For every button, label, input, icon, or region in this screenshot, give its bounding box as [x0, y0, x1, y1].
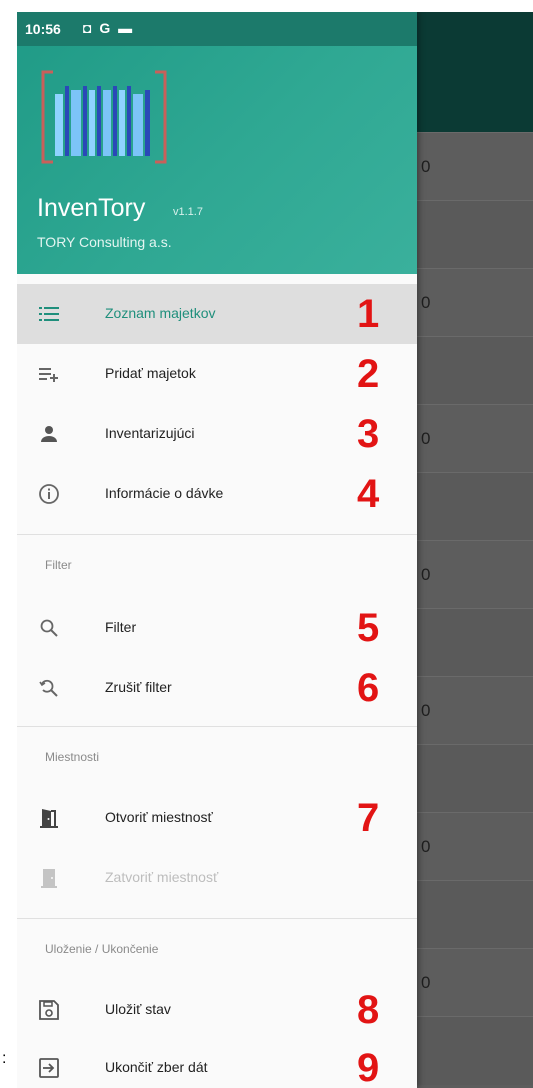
background-row-value: 0 [421, 157, 431, 176]
menu-item-label: Uložiť stav [105, 1001, 171, 1017]
search-icon [37, 616, 61, 640]
menu-item-label: Zoznam majetkov [105, 305, 216, 321]
save-icon [37, 998, 61, 1022]
annotation-number: 1 [357, 292, 380, 336]
background-row-value: 0 [421, 973, 431, 992]
menu-item-inventarizujuci[interactable]: Inventarizujúci 3 [17, 404, 417, 464]
navigation-drawer: 10:56 ◘ G ▬ InvenTory v1.1.7 TORY Consul… [17, 12, 417, 1088]
playlist-add-icon [37, 362, 61, 386]
menu-item-label: Zrušiť filter [105, 679, 172, 695]
menu-item-filter[interactable]: Filter 5 [17, 598, 417, 658]
annotation-number: 2 [357, 352, 380, 396]
menu-item-label: Filter [105, 619, 137, 635]
menu-item-label: Pridať majetok [105, 365, 196, 381]
stray-colon: : [2, 1050, 7, 1067]
phone-screen: 0 0 0 0 0 0 0 10:56 ◘ G ▬ InvenTory v1.1… [17, 12, 533, 1088]
door-closed-icon [37, 866, 61, 890]
annotation-number: 3 [357, 412, 380, 456]
annotation-number: 5 [357, 606, 380, 650]
divider [17, 726, 417, 727]
background-row-value: 0 [421, 837, 431, 856]
menu-item-ulozit-stav[interactable]: Uložiť stav 8 [17, 980, 417, 1040]
status-bar: 10:56 ◘ G ▬ [17, 12, 417, 46]
divider [17, 918, 417, 919]
section-header-ulozenie-ukoncenie: Uloženie / Ukončenie [45, 942, 159, 956]
background-row-value: 0 [421, 565, 431, 584]
menu-item-otvorit-miestnost[interactable]: Otvoriť miestnosť 7 [17, 788, 417, 848]
section-header-miestnosti: Miestnosti [45, 750, 100, 764]
app-version: v1.1.7 [173, 206, 203, 218]
status-time: 10:56 [25, 21, 61, 37]
app-company: TORY Consulting a.s. [37, 234, 172, 250]
person-icon [37, 422, 61, 446]
drawer-header: 10:56 ◘ G ▬ InvenTory v1.1.7 TORY Consul… [17, 12, 417, 274]
menu-item-zatvorit-miestnost[interactable]: Zatvoriť miestnosť [17, 848, 417, 908]
background-row-value: 0 [421, 293, 431, 312]
status-icons: ◘ G ▬ [83, 20, 135, 36]
annotation-number: 8 [357, 988, 380, 1032]
annotation-number: 4 [357, 472, 380, 516]
search-reset-icon [37, 676, 61, 700]
exit-icon [37, 1056, 61, 1080]
menu-item-informacie-o-davke[interactable]: Informácie o dávke 4 [17, 464, 417, 524]
info-icon [37, 482, 61, 506]
divider [17, 534, 417, 535]
background-row-value: 0 [421, 701, 431, 720]
menu-item-pridat-majetok[interactable]: Pridať majetok 2 [17, 344, 417, 404]
background-row-value: 0 [421, 429, 431, 448]
app-title: InvenTory [37, 194, 146, 222]
menu-item-zoznam-majetkov[interactable]: Zoznam majetkov 1 [17, 284, 417, 344]
door-open-icon [37, 806, 61, 830]
menu-item-zrusit-filter[interactable]: Zrušiť filter 6 [17, 658, 417, 718]
annotation-number: 6 [357, 666, 380, 710]
menu-item-label: Otvoriť miestnosť [105, 809, 213, 825]
menu-item-label: Inventarizujúci [105, 425, 195, 441]
menu-item-label: Zatvoriť miestnosť [105, 869, 219, 885]
annotation-number: 7 [357, 796, 380, 840]
menu-item-label: Ukončiť zber dát [105, 1059, 208, 1075]
annotation-number: 9 [357, 1046, 380, 1088]
menu-item-ukoncit-zber-dat[interactable]: Ukončiť zber dát 9 [17, 1038, 417, 1088]
barcode-logo-icon [41, 70, 167, 164]
list-icon [37, 302, 61, 326]
menu-item-label: Informácie o dávke [105, 485, 224, 501]
section-header-filter: Filter [45, 558, 72, 572]
